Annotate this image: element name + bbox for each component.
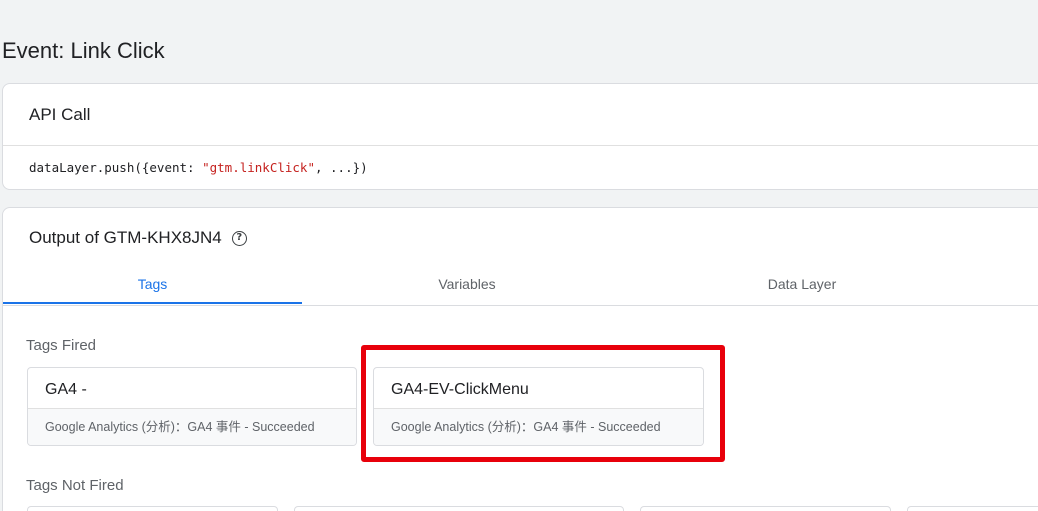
highlight-annotation-box	[361, 345, 725, 462]
tab-bar: Tags Variables Data Layer	[3, 268, 1038, 306]
tag-card[interactable]	[907, 506, 1038, 511]
tag-card[interactable]	[294, 506, 624, 511]
help-circle-icon[interactable]: ?	[231, 230, 247, 246]
output-title-text: Output of GTM-KHX8JN4	[29, 228, 222, 247]
tag-card[interactable]	[640, 506, 891, 511]
tag-name: GA4 -	[45, 381, 87, 398]
tag-status: Google Analytics (分析)：GA4 事件 - Succeeded	[28, 408, 356, 445]
output-title: Output of GTM-KHX8JN4 ?	[29, 228, 247, 248]
code-suffix: , ...})	[314, 160, 368, 175]
event-title: Event: Link Click	[2, 38, 165, 63]
tab-variables[interactable]: Variables	[302, 268, 632, 306]
tags-fired-label: Tags Fired	[26, 337, 97, 354]
tags-not-fired-label: Tags Not Fired	[26, 477, 124, 494]
api-call-title: API Call	[29, 105, 91, 124]
active-tab-indicator	[3, 302, 302, 304]
api-call-card: API Call dataLayer.push({event: "gtm.lin…	[2, 83, 1038, 190]
code-prefix: dataLayer.push({event:	[29, 160, 203, 175]
tab-tags[interactable]: Tags	[3, 268, 302, 306]
tag-card[interactable]	[27, 506, 278, 511]
code-event-string: "gtm.linkClick"	[202, 160, 315, 175]
api-call-code: dataLayer.push({event: "gtm.linkClick", …	[29, 160, 368, 175]
tag-card[interactable]: GA4 - Google Analytics (分析)：GA4 事件 - Suc…	[27, 367, 357, 446]
tab-data-layer[interactable]: Data Layer	[632, 268, 972, 306]
divider	[3, 145, 1038, 146]
